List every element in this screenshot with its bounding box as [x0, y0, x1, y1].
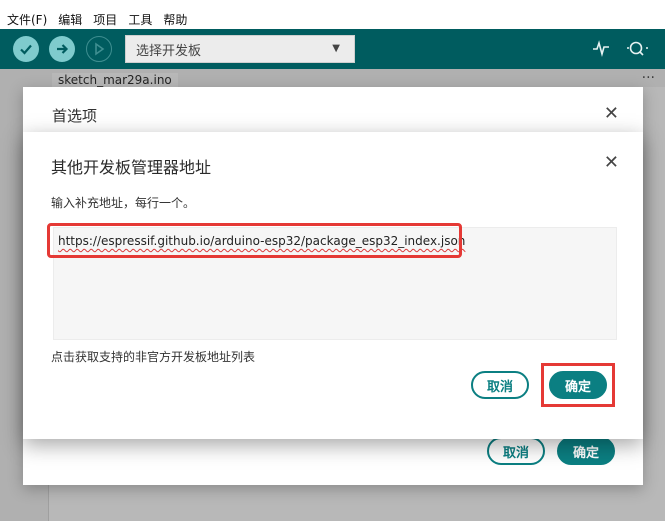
menu-help[interactable]: 帮助: [163, 11, 187, 28]
menu-edit[interactable]: 编辑: [58, 11, 82, 28]
url-highlight-box: [47, 223, 462, 258]
debug-button[interactable]: [86, 36, 112, 62]
serial-monitor-button[interactable]: [626, 39, 650, 61]
preferences-ok-button[interactable]: 确定: [556, 437, 615, 465]
close-icon[interactable]: ✕: [604, 103, 619, 124]
preferences-cancel-button[interactable]: 取消: [486, 437, 545, 465]
debug-icon: [95, 42, 105, 56]
ok-highlight-box: 确定: [540, 363, 615, 407]
upload-button[interactable]: [49, 36, 75, 62]
toolbar: 选择开发板 ▼: [0, 29, 665, 69]
close-icon[interactable]: ✕: [604, 152, 619, 173]
url-dialog-footer: 取消 确定: [470, 363, 615, 407]
board-select-label: 选择开发板: [136, 43, 202, 59]
preferences-title: 首选项: [52, 107, 98, 125]
serial-monitor-icon: [627, 41, 648, 56]
upload-icon: [57, 44, 69, 54]
menu-tools[interactable]: 工具: [128, 11, 152, 28]
board-manager-url-dialog: 其他开发板管理器地址 ✕ 输入补充地址，每行一个。 https://espres…: [23, 132, 643, 439]
unofficial-boards-link[interactable]: 点击获取支持的非官方开发板地址列表: [51, 348, 255, 365]
serial-plotter-button[interactable]: [592, 39, 610, 61]
chevron-down-icon: ▼: [332, 43, 340, 54]
menu-file[interactable]: 文件(F): [7, 11, 47, 28]
verify-button[interactable]: [13, 36, 39, 62]
url-dialog-title: 其他开发板管理器地址: [51, 158, 212, 177]
cancel-button[interactable]: 取消: [470, 371, 529, 399]
preferences-footer: 取消 确定: [486, 437, 615, 465]
menu-project[interactable]: 项目: [93, 11, 117, 28]
menu-bar: 文件(F) 编辑 项目 工具 帮助: [0, 9, 665, 29]
ok-button[interactable]: 确定: [548, 371, 607, 399]
url-instruction: 输入补充地址，每行一个。: [51, 196, 196, 210]
serial-plotter-icon: [593, 40, 609, 57]
verify-icon: [20, 44, 32, 55]
board-select[interactable]: 选择开发板 ▼: [125, 35, 355, 63]
